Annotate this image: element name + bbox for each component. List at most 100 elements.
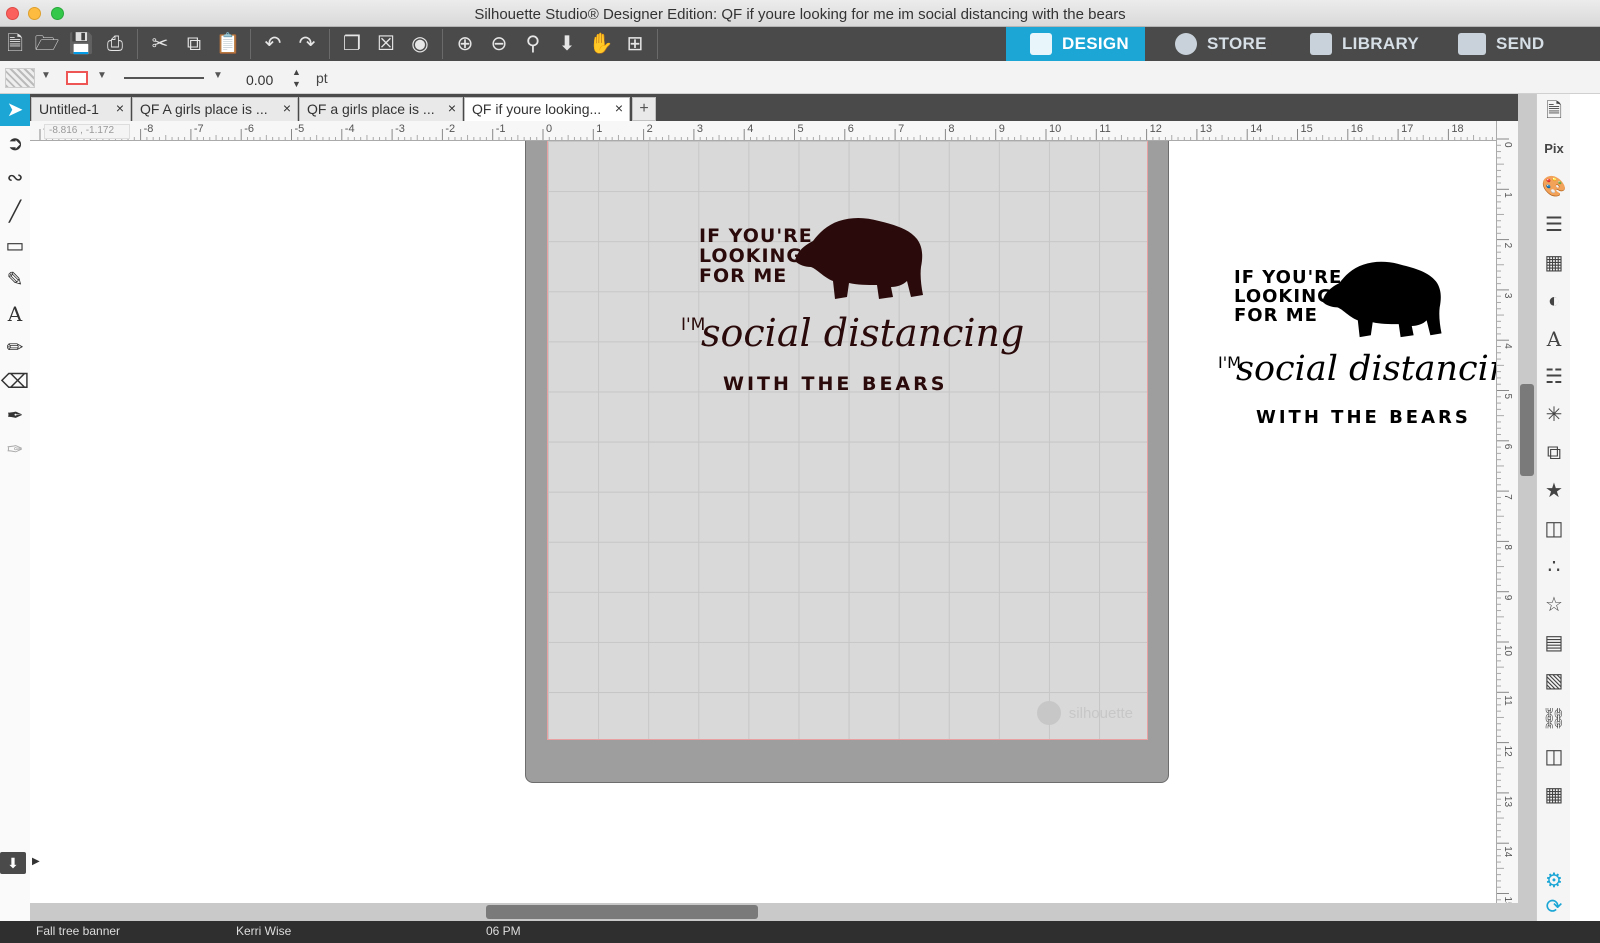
- options-bar: ▼ ▼ ▼ 0.00 ▲ ▼ pt: [0, 61, 1600, 94]
- cut-area-grid: IF YOU'RE LOOKING FOR ME I'M social dist…: [547, 141, 1148, 740]
- title-bar: Silhouette Studio® Designer Edition: QF …: [0, 0, 1600, 27]
- ruler-label: -1: [496, 123, 506, 135]
- expand-arrow-icon[interactable]: ▶: [32, 856, 40, 867]
- library-grid-icon[interactable]: ▦: [1541, 782, 1567, 808]
- page-setup-icon[interactable]: 🗎: [1541, 98, 1567, 124]
- ruler-label: 8: [948, 123, 954, 135]
- group-icon[interactable]: ❐: [339, 31, 365, 57]
- transparency-icon[interactable]: ◐: [1541, 288, 1567, 314]
- line-style-selector[interactable]: [124, 77, 204, 79]
- trace-icon[interactable]: ◫: [1541, 516, 1567, 542]
- fill-color-swatch[interactable]: [5, 68, 35, 88]
- refresh-icon[interactable]: ⟳: [1541, 894, 1567, 920]
- nav-tab-library[interactable]: LIBRARY: [1290, 27, 1430, 61]
- zoom-out-icon[interactable]: ⊖: [486, 31, 512, 57]
- line-width-input[interactable]: 0.00: [246, 69, 286, 89]
- zoom-in-icon[interactable]: ⊕: [452, 31, 478, 57]
- pixscan-icon[interactable]: Pix: [1541, 136, 1567, 162]
- copy-icon[interactable]: ⧉: [181, 31, 207, 57]
- line-width-stepper[interactable]: ▲ ▼: [292, 66, 301, 90]
- mat-brand-logo: silhouette: [1036, 701, 1133, 725]
- nav-tab-design[interactable]: DESIGN: [1006, 27, 1145, 61]
- design-off-mat[interactable]: IF YOU'RE LOOKING FOR ME I'M social dist…: [1214, 257, 1496, 437]
- vertical-scrollbar[interactable]: [1518, 94, 1536, 903]
- open-file-icon[interactable]: 🗁: [34, 31, 60, 57]
- new-file-icon[interactable]: 🗎: [2, 31, 28, 57]
- fill-palette-icon[interactable]: 🎨: [1541, 174, 1567, 200]
- layers-icon[interactable]: ◫: [1541, 744, 1567, 770]
- fit-page-icon[interactable]: ⊞: [622, 31, 648, 57]
- eyedropper-tool-icon[interactable]: ✑: [0, 434, 30, 466]
- star-offset-icon[interactable]: ★: [1541, 478, 1567, 504]
- star-outline-icon[interactable]: ☆: [1541, 592, 1567, 618]
- undo-icon[interactable]: ↶: [260, 31, 286, 57]
- doc-tab[interactable]: Untitled-1 ×: [31, 97, 131, 121]
- design-text-bottom: WITH THE BEARS: [723, 373, 948, 395]
- select-tool-icon[interactable]: ➤: [0, 94, 30, 126]
- right-panel-toolbar: 🗎 Pix 🎨 ☰ ▦ ◐ A ☵ ✳ ⧉ ★ ◫ ∴ ☆ ▤ ▧ ⛓ ◫ ▦ …: [1536, 94, 1570, 943]
- close-icon[interactable]: ×: [615, 100, 623, 116]
- nav-tab-send[interactable]: SEND: [1430, 27, 1600, 61]
- cursor-coordinates: -8.816 , -1.172: [44, 124, 130, 139]
- nav-tab-store[interactable]: STORE: [1145, 27, 1290, 61]
- lasso-tool-icon[interactable]: ➲: [0, 128, 30, 160]
- horizontal-scrollbar[interactable]: [30, 903, 1536, 921]
- rectangle-tool-icon[interactable]: ▭: [0, 230, 30, 262]
- doc-tab[interactable]: QF A girls place is ... ×: [132, 97, 298, 121]
- bear-silhouette: [795, 218, 923, 299]
- nav-tab-send-label: SEND: [1496, 34, 1545, 53]
- eraser-tool-icon[interactable]: ⌫: [0, 366, 30, 398]
- cut-icon[interactable]: ✂: [147, 31, 173, 57]
- paste-icon[interactable]: 📋: [215, 31, 241, 57]
- modify-icon[interactable]: ⧉: [1541, 440, 1567, 466]
- text-style-icon[interactable]: A: [1541, 326, 1567, 352]
- settings-gear-icon[interactable]: ⚙: [1541, 868, 1567, 894]
- ruler-label: 8: [1502, 544, 1513, 550]
- line-style-icon[interactable]: ☰: [1541, 212, 1567, 238]
- design-on-mat[interactable]: IF YOU'RE LOOKING FOR ME I'M social dist…: [681, 215, 1024, 405]
- gradient-icon[interactable]: ▦: [1541, 250, 1567, 276]
- text-tool-icon[interactable]: A: [0, 298, 30, 330]
- print-icon[interactable]: ⎙: [102, 31, 128, 57]
- save-icon[interactable]: 💾: [68, 31, 94, 57]
- sketch-icon[interactable]: ▤: [1541, 630, 1567, 656]
- add-tab-button[interactable]: +: [632, 97, 656, 121]
- move-down-icon[interactable]: ⬇: [554, 31, 580, 57]
- knife-tool-icon[interactable]: ✒: [0, 400, 30, 432]
- chevron-down-icon[interactable]: ▼: [213, 70, 223, 81]
- ruler-label: -8: [144, 123, 154, 135]
- pencil-tool-icon[interactable]: ✎: [0, 264, 30, 296]
- design-canvas[interactable]: IF YOU'RE LOOKING FOR ME I'M social dist…: [30, 141, 1496, 903]
- ruler-label: 6: [1502, 444, 1513, 450]
- zoom-selection-icon[interactable]: ⚲: [520, 31, 546, 57]
- main-toolbar: 🗎 🗁 💾 ⎙ ✂ ⧉ 📋 ↶ ↷ ❐ ☒ ◉ ⊕ ⊖ ⚲ ⬇ ✋ ⊞ DESI…: [0, 27, 1600, 61]
- chevron-down-icon[interactable]: ▼: [97, 70, 107, 81]
- ruler-label: 5: [798, 123, 804, 135]
- edit-points-icon[interactable]: ∾: [0, 162, 30, 194]
- library-panel-toggle-icon[interactable]: ⬇: [0, 852, 26, 874]
- hatch-fill-icon[interactable]: ▧: [1541, 668, 1567, 694]
- doc-tab[interactable]: QF a girls place is ... ×: [299, 97, 463, 121]
- doc-tab-active[interactable]: QF if youre looking... ×: [464, 97, 630, 121]
- sketch-pen-icon[interactable]: ✏: [0, 332, 30, 364]
- line-width-unit: pt: [316, 70, 328, 86]
- rhinestone-icon[interactable]: ∴: [1541, 554, 1567, 580]
- pan-hand-icon[interactable]: ✋: [588, 31, 614, 57]
- close-icon[interactable]: ×: [116, 100, 124, 116]
- vertical-scroll-thumb[interactable]: [1520, 384, 1534, 476]
- horizontal-scroll-thumb[interactable]: [486, 905, 758, 919]
- line-tool-icon[interactable]: ╱: [0, 196, 30, 228]
- replicate-icon[interactable]: ✳: [1541, 402, 1567, 428]
- close-icon[interactable]: ×: [448, 100, 456, 116]
- ungroup-icon[interactable]: ☒: [373, 31, 399, 57]
- fill-pattern-icon[interactable]: ◉: [407, 31, 433, 57]
- nesting-icon[interactable]: ⛓: [1541, 706, 1567, 732]
- ruler-label: 11: [1099, 123, 1110, 135]
- close-icon[interactable]: ×: [283, 100, 291, 116]
- line-color-swatch[interactable]: [66, 71, 88, 85]
- redo-icon[interactable]: ↷: [294, 31, 320, 57]
- align-icon[interactable]: ☵: [1541, 364, 1567, 390]
- chevron-down-icon[interactable]: ▼: [41, 70, 51, 81]
- ruler-label: 10: [1502, 645, 1513, 657]
- ruler-label: 3: [1502, 293, 1513, 299]
